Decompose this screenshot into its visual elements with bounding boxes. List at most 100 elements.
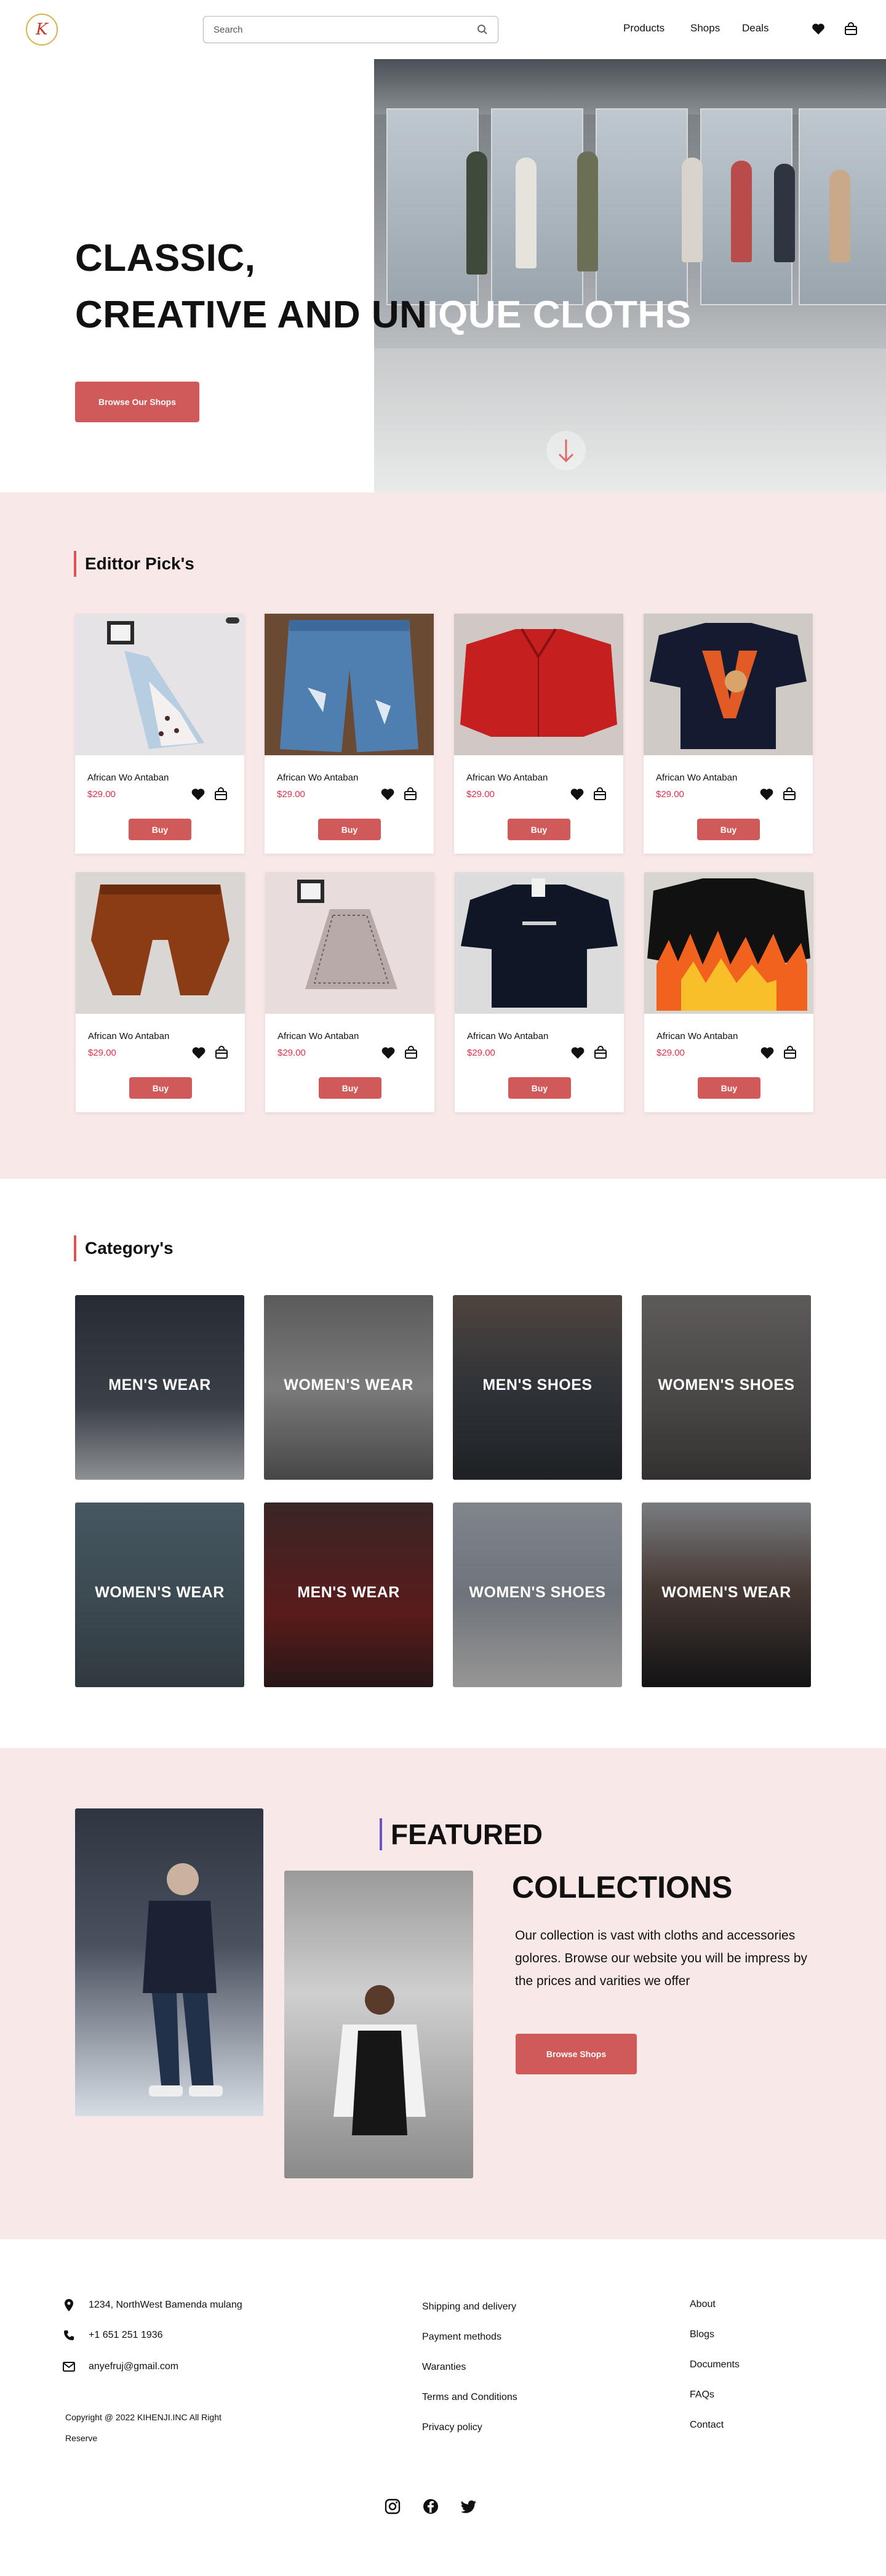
categories-section: Category's MEN'S WEAR WOMEN'S WEAR MEN'S… xyxy=(0,1179,886,1748)
heart-icon[interactable] xyxy=(191,1046,206,1059)
shopping-bag-icon[interactable] xyxy=(403,787,418,801)
search-input[interactable] xyxy=(214,17,460,42)
category-label: MEN'S SHOES xyxy=(482,1376,593,1394)
nav-link-shops[interactable]: Shops xyxy=(690,22,720,34)
buy-button[interactable]: Buy xyxy=(508,1077,571,1099)
category-card[interactable]: WOMEN'S SHOES xyxy=(453,1503,622,1687)
product-image xyxy=(644,614,813,755)
collections-title: COLLECTIONS xyxy=(512,1870,733,1904)
search-box[interactable] xyxy=(203,16,498,43)
product-card[interactable]: African Wo Antaban $29.00 Buy xyxy=(265,872,434,1112)
instagram-icon[interactable] xyxy=(384,2498,401,2515)
heart-icon[interactable] xyxy=(191,787,206,801)
nav-link-products[interactable]: Products xyxy=(623,22,664,34)
buy-button[interactable]: Buy xyxy=(698,1077,760,1099)
footer-link-about[interactable]: About xyxy=(690,2299,716,2310)
heart-icon[interactable] xyxy=(380,787,395,801)
shopping-bag-icon[interactable] xyxy=(214,787,228,801)
search-icon[interactable] xyxy=(477,24,488,35)
category-card[interactable]: WOMEN'S SHOES xyxy=(642,1295,811,1480)
product-card[interactable]: African Wo Antaban $29.00 Buy xyxy=(644,614,813,854)
product-card[interactable]: African Wo Antaban $29.00 Buy xyxy=(265,614,434,854)
product-card[interactable]: African Wo Antaban $29.00 Buy xyxy=(454,614,623,854)
shopping-bag-icon[interactable] xyxy=(782,787,797,801)
heart-icon[interactable] xyxy=(570,787,585,801)
product-name: African Wo Antaban xyxy=(466,772,548,783)
buy-button[interactable]: Buy xyxy=(129,819,191,840)
buy-button[interactable]: Buy xyxy=(508,819,570,840)
featured-collections-section: FEATURED COLLECTIONS Our collection is v… xyxy=(0,1748,886,2239)
heart-icon[interactable] xyxy=(811,22,826,36)
product-card[interactable]: African Wo Antaban $29.00 Buy xyxy=(644,872,813,1112)
footer-link-terms[interactable]: Terms and Conditions xyxy=(422,2392,517,2403)
heart-icon[interactable] xyxy=(760,1046,775,1059)
footer-link-shipping[interactable]: Shipping and delivery xyxy=(422,2301,516,2313)
category-card[interactable]: WOMEN'S WEAR xyxy=(75,1503,244,1687)
nav-link-deals[interactable]: Deals xyxy=(742,22,768,34)
featured-image-man xyxy=(75,1808,263,2116)
email-text[interactable]: anyefruj@gmail.com xyxy=(89,2361,178,2372)
footer-link-blogs[interactable]: Blogs xyxy=(690,2329,714,2340)
product-price: $29.00 xyxy=(657,1048,685,1058)
heart-icon[interactable] xyxy=(570,1046,585,1059)
category-card[interactable]: MEN'S WEAR xyxy=(75,1295,244,1480)
facebook-icon[interactable] xyxy=(422,2498,439,2515)
shopping-bag-icon[interactable] xyxy=(593,787,607,801)
category-card[interactable]: WOMEN'S WEAR xyxy=(264,1295,433,1480)
address-text: 1234, NorthWest Bamenda mulang xyxy=(89,2300,242,2310)
editor-picks-heading: Edittor Pick's xyxy=(85,554,194,573)
top-nav: K Products Shops Deals xyxy=(0,0,886,59)
buy-button[interactable]: Buy xyxy=(319,1077,381,1099)
editor-picks-title: Edittor Pick's xyxy=(74,551,194,577)
product-name: African Wo Antaban xyxy=(87,772,169,783)
product-card[interactable]: African Wo Antaban $29.00 Buy xyxy=(455,872,624,1112)
phone-text[interactable]: +1 651 251 1936 xyxy=(89,2330,163,2341)
twitter-icon[interactable] xyxy=(460,2498,477,2515)
hero-title-line2-part2: IQUE CLOTHS xyxy=(427,294,692,336)
brand-logo[interactable]: K xyxy=(26,14,58,46)
heart-icon[interactable] xyxy=(759,787,774,801)
shopping-bag-icon[interactable] xyxy=(404,1045,418,1060)
footer-link-payment[interactable]: Payment methods xyxy=(422,2332,501,2343)
featured-description: Our collection is vast with cloths and a… xyxy=(515,1928,808,1988)
footer-link-waranties[interactable]: Waranties xyxy=(422,2362,466,2373)
product-image xyxy=(455,872,624,1014)
category-label: WOMEN'S WEAR xyxy=(661,1584,791,1601)
copyright-text: Copyright @ 2022 KIHENJI.INC All Right R… xyxy=(65,2412,222,2443)
product-card[interactable]: African Wo Antaban $29.00 Buy xyxy=(75,614,244,854)
location-pin-icon xyxy=(65,2299,73,2311)
buy-button[interactable]: Buy xyxy=(318,819,381,840)
product-card[interactable]: African Wo Antaban $29.00 Buy xyxy=(76,872,245,1112)
logo-text: K xyxy=(36,20,48,39)
footer-link-contact[interactable]: Contact xyxy=(690,2420,724,2431)
category-card[interactable]: MEN'S SHOES xyxy=(453,1295,622,1480)
product-price: $29.00 xyxy=(656,789,684,800)
footer-link-privacy[interactable]: Privacy policy xyxy=(422,2422,482,2433)
product-price: $29.00 xyxy=(467,1048,495,1058)
product-image xyxy=(75,614,244,755)
browse-shops-button[interactable]: Browse Our Shops xyxy=(75,382,199,422)
category-card[interactable]: WOMEN'S WEAR xyxy=(642,1503,811,1687)
product-image xyxy=(265,614,434,755)
category-card[interactable]: MEN'S WEAR xyxy=(264,1503,433,1687)
shopping-bag-icon[interactable] xyxy=(783,1045,797,1060)
shopping-bag-icon[interactable] xyxy=(214,1045,229,1060)
product-image xyxy=(454,614,623,755)
arrow-down-icon xyxy=(558,439,574,463)
shopping-bag-icon[interactable] xyxy=(844,22,858,36)
product-price: $29.00 xyxy=(87,789,116,800)
buy-button[interactable]: Buy xyxy=(129,1077,192,1099)
heart-icon[interactable] xyxy=(381,1046,396,1059)
hero-title-line1: CLASSIC, xyxy=(75,237,256,279)
footer-link-faqs[interactable]: FAQs xyxy=(690,2389,714,2401)
featured-title: FEATURED xyxy=(380,1818,543,1851)
featured-title-text: FEATURED xyxy=(391,1818,543,1850)
shopping-bag-icon[interactable] xyxy=(593,1045,608,1060)
product-image xyxy=(265,872,434,1014)
scroll-down-button[interactable] xyxy=(546,431,586,470)
buy-button[interactable]: Buy xyxy=(697,819,760,840)
featured-image-woman xyxy=(284,1871,473,2178)
browse-shops-button[interactable]: Browse Shops xyxy=(516,2034,637,2074)
product-name: African Wo Antaban xyxy=(277,1031,359,1041)
footer-link-documents[interactable]: Documents xyxy=(690,2359,740,2370)
